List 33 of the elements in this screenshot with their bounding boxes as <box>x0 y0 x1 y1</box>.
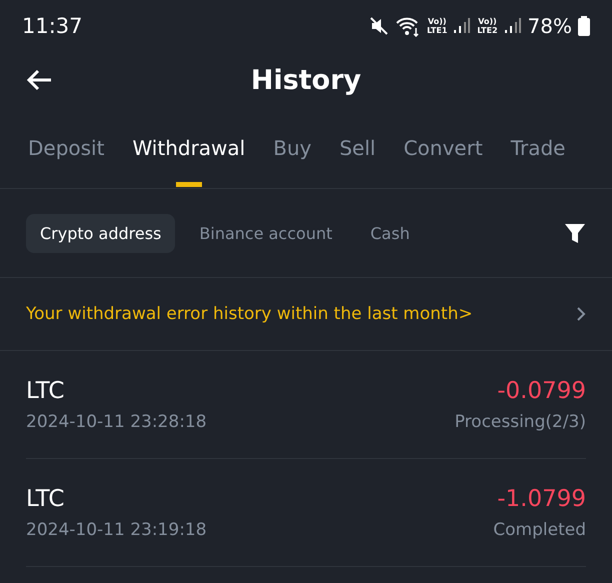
volte-label: Vo)) <box>478 17 497 26</box>
error-history-link[interactable]: Your withdrawal error history within the last month> <box>26 304 473 324</box>
record-amount: -0.0799 <box>497 378 586 404</box>
tab[interactable]: Buy <box>259 108 326 188</box>
wifi-icon <box>395 15 422 37</box>
chevron-right-icon[interactable] <box>576 306 586 322</box>
tab[interactable]: Deposit <box>14 108 118 188</box>
record-status: Processing(2/3) <box>454 412 586 432</box>
coin-name: LTC <box>26 486 66 512</box>
tab[interactable]: Trade <box>496 108 580 188</box>
record-amount: -1.0799 <box>497 486 586 512</box>
volte-label: Vo)) <box>428 17 446 26</box>
tab[interactable]: Withdrawal <box>118 108 260 188</box>
mute-icon <box>369 16 390 36</box>
signal-icon <box>453 17 472 35</box>
coin-name: LTC <box>26 378 66 404</box>
tab[interactable]: Sell <box>325 108 390 188</box>
network-label: LTE2 <box>477 26 498 35</box>
status-time: 11:37 <box>22 14 83 38</box>
network-label: LTE1 <box>427 26 448 35</box>
page-title: History <box>250 64 362 96</box>
back-arrow-icon[interactable] <box>26 69 52 91</box>
battery-level: 78% <box>528 14 572 38</box>
record-time: 2024-10-11 23:28:18 <box>26 412 207 432</box>
filter-chip[interactable]: Crypto address <box>26 214 176 252</box>
tab[interactable]: Convert <box>390 108 497 188</box>
filter-icon[interactable] <box>564 222 586 244</box>
record-status: Completed <box>493 520 586 540</box>
filter-chip[interactable]: Cash <box>356 214 424 252</box>
signal-icon <box>504 17 522 35</box>
battery-icon <box>578 16 590 36</box>
record-time: 2024-10-11 23:19:18 <box>26 520 207 540</box>
filter-chip[interactable]: Binance account <box>185 214 346 252</box>
